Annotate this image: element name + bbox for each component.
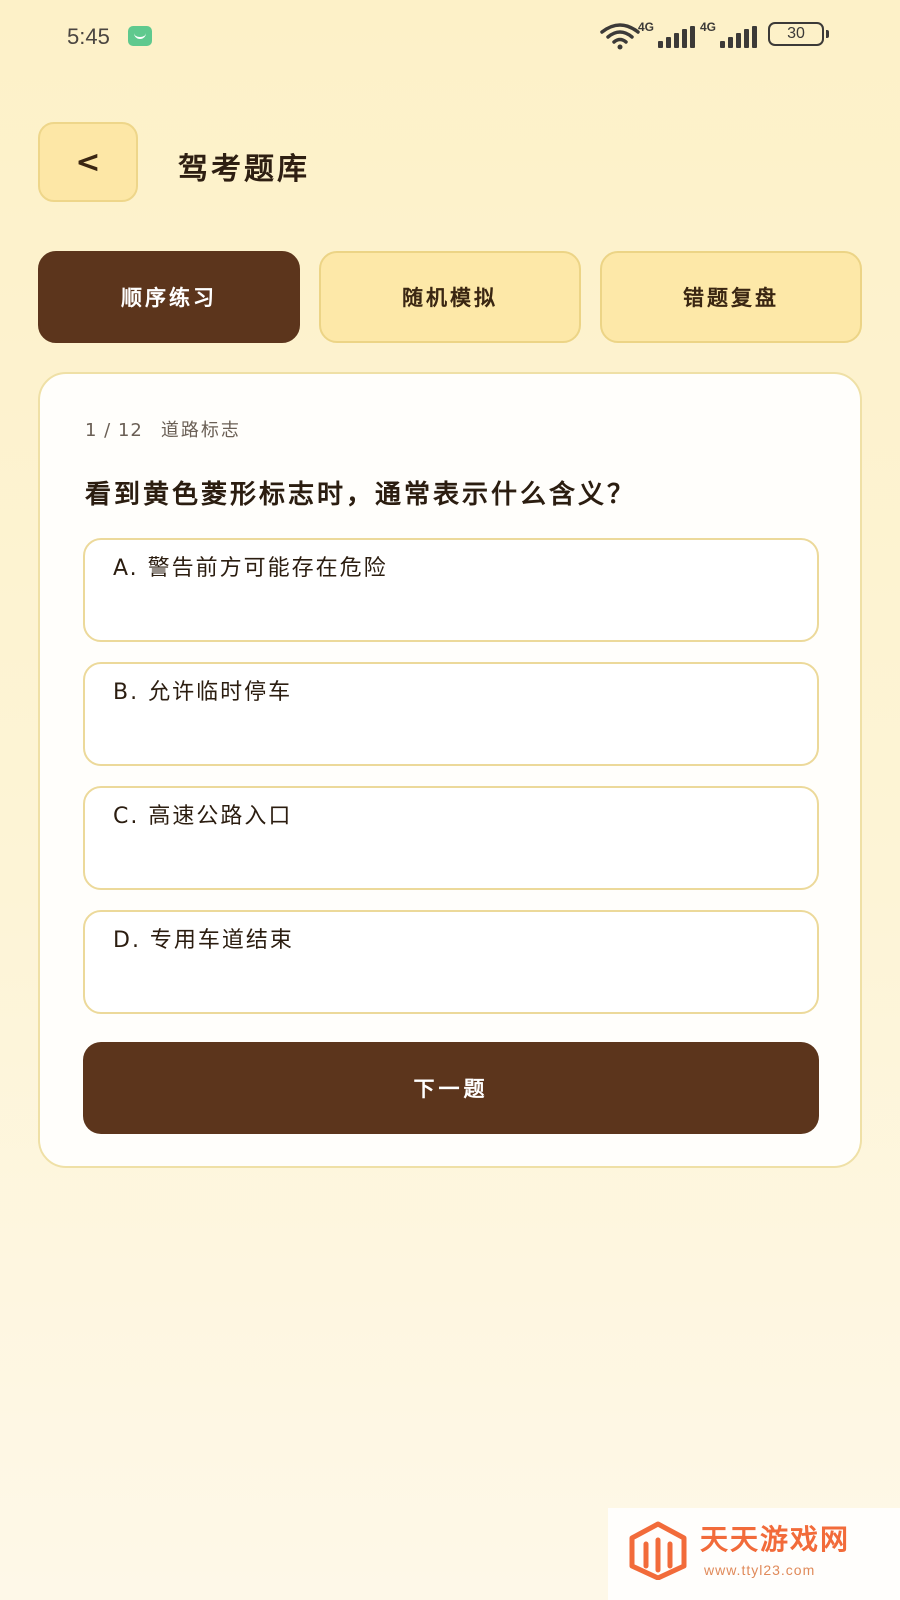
option-c[interactable]: C. 高速公路入口: [83, 786, 819, 890]
progress-count: 1 / 12: [85, 420, 143, 441]
option-d[interactable]: D. 专用车道结束: [83, 910, 819, 1014]
watermark-name: 天天游戏网: [700, 1523, 851, 1556]
option-b[interactable]: B. 允许临时停车: [83, 662, 819, 766]
question-card: 1 / 12 道路标志 看到黄色菱形标志时，通常表示什么含义？ A. 警告前方可能…: [38, 372, 862, 1168]
tab-sequential-practice[interactable]: 顺序练习: [38, 251, 300, 343]
signal-label: 4G: [700, 20, 717, 34]
watermark: 天天游戏网 www.ttyl23.com: [608, 1508, 900, 1600]
site-logo-icon: [629, 1521, 687, 1580]
question-category: 道路标志: [160, 420, 241, 441]
tab-random-mock[interactable]: 随机模拟: [319, 251, 581, 343]
status-time: 5:45: [67, 24, 110, 49]
option-a[interactable]: A. 警告前方可能存在危险: [83, 538, 819, 642]
wifi-icon: [600, 23, 640, 50]
tab-wrong-review[interactable]: 错题复盘: [600, 251, 862, 343]
status-bar: 5:45 4G 4G 30: [0, 0, 900, 72]
next-question-button[interactable]: 下一题: [83, 1042, 819, 1134]
watermark-url: www.ttyl23.com: [704, 1562, 816, 1578]
battery-icon: 30: [768, 22, 829, 46]
signal-label: 4G: [638, 20, 655, 34]
page-title: 驾考题库: [178, 152, 310, 187]
back-button[interactable]: <: [38, 122, 138, 202]
cellular-signal-icon: 4G: [638, 20, 695, 50]
question-text: 看到黄色菱形标志时，通常表示什么含义？: [85, 480, 637, 510]
message-icon: [128, 26, 152, 46]
cellular-signal-icon: 4G: [700, 20, 757, 50]
question-progress: 1 / 12 道路标志: [85, 416, 241, 442]
